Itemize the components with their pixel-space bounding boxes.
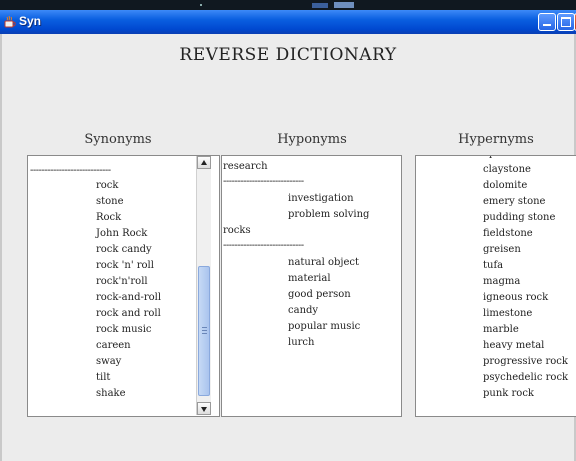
separator: ---------------------------- <box>223 240 304 251</box>
list-item: rock <box>96 180 119 191</box>
java-coffee-icon[interactable] <box>3 15 17 29</box>
list-item: heavy metal <box>483 340 545 351</box>
scroll-down-button[interactable] <box>197 402 211 415</box>
list-item-partial: rocks <box>31 156 59 160</box>
window-title: Syn <box>19 14 42 28</box>
list-item: emery stone <box>483 196 546 207</box>
list-item: claystone <box>483 164 531 175</box>
window-titlebar[interactable]: Syn <box>0 10 576 34</box>
minimize-button[interactable] <box>538 13 556 31</box>
list-item: careen <box>96 340 131 351</box>
maximize-button[interactable] <box>557 13 575 31</box>
page-title: REVERSE DICTIONARY <box>179 45 397 65</box>
list-item: rock and roll <box>96 308 161 319</box>
scroll-up-button[interactable] <box>197 156 211 169</box>
window-border-left <box>0 34 2 461</box>
list-item: lurch <box>288 337 315 348</box>
list-item: tilt <box>96 372 111 383</box>
list-item: greisen <box>483 244 521 255</box>
list-item: sway <box>96 356 122 367</box>
hyponyms-list[interactable]: research ---------------------------- in… <box>221 155 402 417</box>
list-item: John Rock <box>96 228 148 239</box>
list-item: stone <box>96 196 124 207</box>
synonyms-header: Synonyms <box>84 132 152 147</box>
list-item: tufa <box>483 260 504 271</box>
group-term: research <box>223 161 268 172</box>
group-term: rocks <box>223 225 251 236</box>
arrow-down-icon <box>201 407 207 412</box>
list-item: pudding stone <box>483 212 556 223</box>
hyponyms-header: Hyponyms <box>277 132 347 147</box>
list-item: punk rock <box>483 388 534 399</box>
list-item: rock candy <box>96 244 152 255</box>
taskbar-blip <box>312 3 328 8</box>
synonyms-list[interactable]: rocks ---------------------------- rock … <box>27 155 220 417</box>
list-item: rock'n'roll <box>96 276 148 287</box>
list-item: dolomite <box>483 180 528 191</box>
synonyms-scrollbar[interactable] <box>196 156 211 415</box>
list-item: Rock <box>96 212 122 223</box>
list-item: problem solving <box>288 209 370 220</box>
grip-line <box>202 333 207 334</box>
scroll-thumb[interactable] <box>198 266 210 396</box>
list-item: material <box>288 273 331 284</box>
maximize-icon <box>561 17 571 27</box>
taskbar-blip <box>334 2 354 8</box>
list-item: rock 'n' roll <box>96 260 154 271</box>
list-item-partial: aplanite <box>483 156 524 160</box>
arrow-up-icon <box>201 160 207 165</box>
list-item: good person <box>288 289 351 300</box>
list-item: candy <box>288 305 319 316</box>
minimize-icon <box>543 24 551 26</box>
list-item: magma <box>483 276 521 287</box>
list-item: marble <box>483 324 519 335</box>
top-sliver <box>0 0 576 10</box>
grip-line <box>202 330 207 331</box>
list-item: popular music <box>288 321 361 332</box>
list-item: natural object <box>288 257 360 268</box>
list-item: psychedelic rock <box>483 372 569 383</box>
list-item: igneous rock <box>483 292 549 303</box>
hypernyms-header: Hypernyms <box>458 132 534 147</box>
taskbar-blip <box>200 4 202 6</box>
separator: ---------------------------- <box>223 176 304 187</box>
list-item: limestone <box>483 308 533 319</box>
list-item: shake <box>96 388 126 399</box>
separator: ---------------------------- <box>30 165 111 176</box>
grip-line <box>202 327 207 328</box>
list-item: rock music <box>96 324 152 335</box>
list-item: fieldstone <box>483 228 533 239</box>
list-item: rock-and-roll <box>96 292 162 303</box>
list-item: progressive rock <box>483 356 568 367</box>
list-item: investigation <box>288 193 354 204</box>
hypernyms-list[interactable]: aplanite claystone dolomite emery stone … <box>415 155 576 417</box>
